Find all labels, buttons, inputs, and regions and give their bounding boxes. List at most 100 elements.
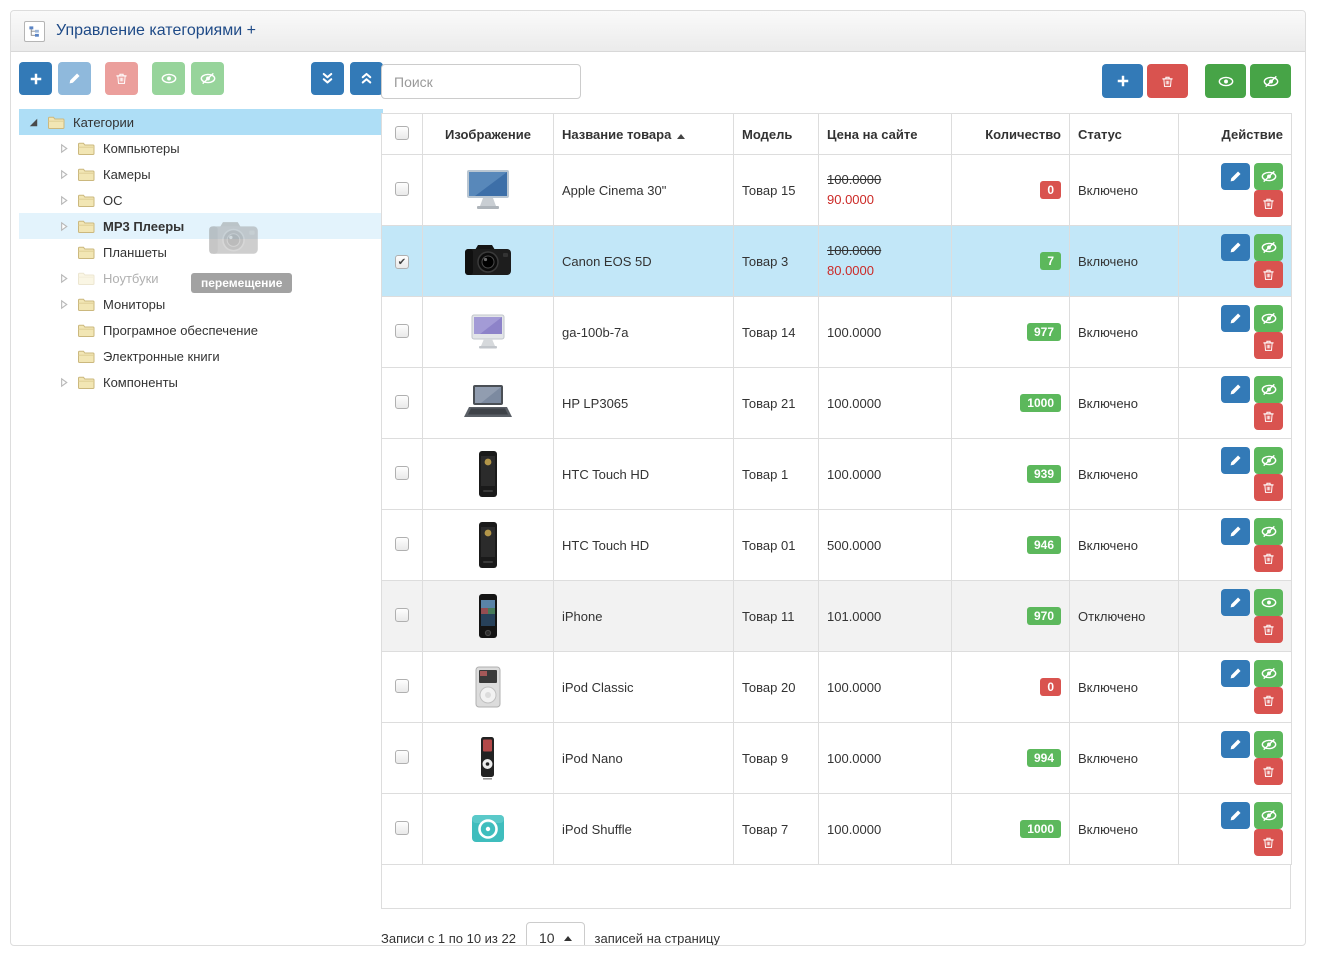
row-edit-button[interactable] [1221,234,1250,261]
tree-item[interactable]: ОС [19,187,383,213]
row-toggle-button[interactable] [1254,234,1283,261]
row-delete-button[interactable] [1254,403,1283,430]
column-header[interactable]: Название товара [554,114,734,155]
edit-category-button[interactable] [58,62,91,95]
product-row[interactable]: iPod NanoТовар 9100.0000994Включено [382,723,1292,794]
product-row[interactable]: iPhoneТовар 11101.0000970Отключено [382,581,1292,652]
caret-collapsed-icon[interactable] [57,298,72,311]
row-edit-button[interactable] [1221,163,1250,190]
refresh-button[interactable] [1004,64,1045,98]
quantity-badge: 0 [1040,678,1061,696]
column-header[interactable]: Изображение [423,114,554,155]
row-delete-button[interactable] [1254,758,1283,785]
product-row[interactable]: Apple Cinema 30"Товар 15100.000090.00000… [382,155,1292,226]
product-image-cell [423,723,554,794]
row-toggle-button[interactable] [1254,589,1283,616]
select-all-checkbox[interactable] [395,126,409,140]
row-toggle-button[interactable] [1254,731,1283,758]
row-delete-button[interactable] [1254,190,1283,217]
row-edit-button[interactable] [1221,376,1250,403]
row-checkbox[interactable] [395,324,409,338]
tree-item[interactable]: Мониторы [19,291,383,317]
tree-item[interactable]: Электронные книги [19,343,383,369]
product-row[interactable]: iPod ShuffleТовар 7100.00001000Включено [382,794,1292,865]
row-checkbox[interactable] [395,750,409,764]
row-delete-button[interactable] [1254,545,1283,572]
product-row[interactable]: HTC Touch HDТовар 01500.0000946Включено [382,510,1292,581]
caret-collapsed-icon[interactable] [57,194,72,207]
caret-collapsed-icon[interactable] [57,220,72,233]
expand-all-button[interactable] [311,62,344,95]
enable-product-button[interactable] [1205,64,1246,98]
add-category-button[interactable] [19,62,52,95]
product-row[interactable]: HTC Touch HDТовар 1100.0000939Включено [382,439,1292,510]
row-checkbox[interactable] [395,821,409,835]
row-edit-button[interactable] [1221,660,1250,687]
row-edit-button[interactable] [1221,589,1250,616]
tree-item[interactable]: Камеры [19,161,383,187]
column-header[interactable]: Цена на сайте [819,114,952,155]
collapse-all-button[interactable] [350,62,383,95]
row-checkbox[interactable] [395,255,409,269]
tree-item[interactable]: Категории [19,109,383,135]
tree-item[interactable]: Компьютеры [19,135,383,161]
column-header[interactable]: Модель [734,114,819,155]
disable-category-button[interactable] [191,62,224,95]
disable-product-button[interactable] [1250,64,1291,98]
row-toggle-button[interactable] [1254,518,1283,545]
product-price-cell: 100.0000 [819,723,952,794]
columns-button[interactable] [1044,64,1085,98]
row-delete-button[interactable] [1254,332,1283,359]
table-header-row: ИзображениеНазвание товараМодельЦена на … [382,114,1292,155]
row-toggle-button[interactable] [1254,660,1283,687]
tree-item[interactable]: МР3 Плееры [19,213,383,239]
column-header[interactable]: Статус [1070,114,1179,155]
row-edit-button[interactable] [1221,802,1250,829]
row-edit-button[interactable] [1221,447,1250,474]
row-delete-button[interactable] [1254,616,1283,643]
caret-expanded-icon[interactable] [27,116,42,129]
tree-item[interactable]: Компоненты [19,369,383,395]
column-header[interactable]: Действие [1179,114,1292,155]
caret-collapsed-icon[interactable] [57,168,72,181]
row-checkbox[interactable] [395,466,409,480]
caret-collapsed-icon[interactable] [57,272,72,285]
product-qty-cell: 994 [952,723,1070,794]
row-delete-button[interactable] [1254,687,1283,714]
delete-product-button[interactable] [1147,64,1188,98]
caret-collapsed-icon[interactable] [57,142,72,155]
row-delete-button[interactable] [1254,474,1283,501]
row-toggle-button[interactable] [1254,163,1283,190]
row-delete-button[interactable] [1254,261,1283,288]
add-product-button[interactable] [1102,64,1143,98]
row-checkbox[interactable] [395,608,409,622]
caret-collapsed-icon[interactable] [57,376,72,389]
column-header[interactable]: Количество [952,114,1070,155]
quantity-badge: 977 [1027,323,1061,341]
row-edit-button[interactable] [1221,518,1250,545]
row-checkbox[interactable] [395,395,409,409]
product-row[interactable]: iPod ClassicТовар 20100.00000Включено [382,652,1292,723]
tree-item[interactable]: Планшеты [19,239,383,265]
row-checkbox[interactable] [395,679,409,693]
product-row[interactable]: Canon EOS 5DТовар 3100.000080.00007Включ… [382,226,1292,297]
row-edit-button[interactable] [1221,305,1250,332]
row-edit-button[interactable] [1221,731,1250,758]
smartphone-icon [477,465,499,480]
search-input[interactable] [381,64,581,99]
panel-body: КатегорииКомпьютерыКамерыОСМР3 ПлеерыПла… [11,52,1305,945]
row-toggle-button[interactable] [1254,376,1283,403]
enable-category-button[interactable] [152,62,185,95]
per-page-select[interactable]: 10 [526,922,585,945]
row-toggle-button[interactable] [1254,305,1283,332]
row-toggle-button[interactable] [1254,802,1283,829]
product-model: Товар 11 [742,609,794,624]
row-delete-button[interactable] [1254,829,1283,856]
product-row[interactable]: ga-100b-7aТовар 14100.0000977Включено [382,297,1292,368]
row-toggle-button[interactable] [1254,447,1283,474]
tree-item[interactable]: Програмное обеспечение [19,317,383,343]
product-row[interactable]: HP LP3065Товар 21100.00001000Включено [382,368,1292,439]
row-checkbox[interactable] [395,182,409,196]
row-checkbox[interactable] [395,537,409,551]
delete-category-button[interactable] [105,62,138,95]
